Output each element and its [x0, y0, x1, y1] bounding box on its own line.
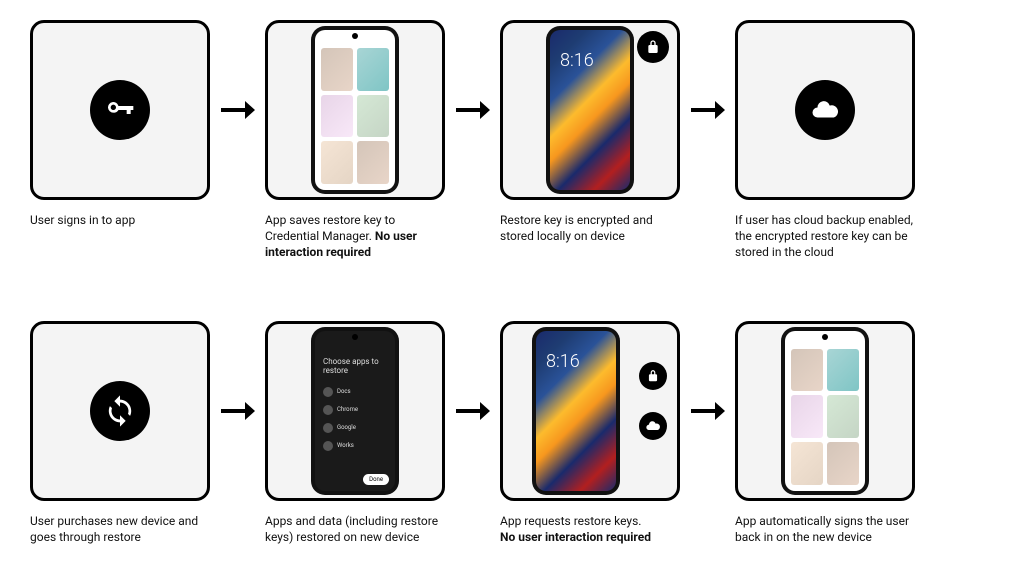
auto-signin-box [735, 321, 915, 501]
done-button: Done [363, 474, 389, 485]
arrow-icon [210, 20, 265, 200]
arrow-icon [680, 321, 735, 501]
cloud-icon [639, 412, 667, 440]
new-device-caption: User purchases new device and goes throu… [30, 513, 210, 545]
phone-wallpaper: 8:16 [546, 26, 634, 194]
new-device-box [30, 321, 210, 501]
arrow-icon [210, 321, 265, 501]
list-item: Docs [323, 387, 387, 397]
phone-wallpaper-2: 8:16 [532, 327, 620, 495]
phone-gallery [311, 26, 399, 194]
encrypt-local-caption: Restore key is encrypted and stored loca… [500, 212, 680, 244]
lockscreen-clock: 8:16 [560, 50, 594, 71]
gallery-content [791, 349, 859, 485]
apps-restored-box: Choose apps to restore Docs Chrome Googl… [265, 321, 445, 501]
restore-title: Choose apps to restore [323, 357, 387, 375]
key-icon [90, 80, 150, 140]
cloud-icon [795, 80, 855, 140]
request-keys-box: 8:16 [500, 321, 680, 501]
apps-restored-caption: Apps and data (including restore keys) r… [265, 513, 445, 545]
list-item: Works [323, 441, 387, 451]
encrypt-local-box: 8:16 [500, 20, 680, 200]
list-item: Chrome [323, 405, 387, 415]
save-key-caption: App saves restore key to Credential Mana… [265, 212, 445, 261]
phone-gallery-2 [781, 327, 869, 495]
arrow-icon [680, 20, 735, 200]
phone-restore-dark: Choose apps to restore Docs Chrome Googl… [311, 327, 399, 495]
cloud-backup-box [735, 20, 915, 200]
lockscreen-clock: 8:16 [546, 351, 580, 372]
list-item: Google [323, 423, 387, 433]
step-apps-restored: Choose apps to restore Docs Chrome Googl… [265, 321, 445, 545]
auto-signin-caption: App automatically signs the user back in… [735, 513, 915, 545]
step-encrypt-local: 8:16 Restore key is encrypted and stored… [500, 20, 680, 244]
step-save-key: App saves restore key to Credential Mana… [265, 20, 445, 261]
flow-row-1: User signs in to app App saves restore k… [30, 20, 994, 261]
signin-box [30, 20, 210, 200]
flow-row-2: User purchases new device and goes throu… [30, 321, 994, 545]
save-key-box [265, 20, 445, 200]
step-auto-signin: App automatically signs the user back in… [735, 321, 915, 545]
lock-icon [637, 31, 669, 63]
arrow-icon [445, 321, 500, 501]
lock-icon [639, 362, 667, 390]
sync-icon [90, 381, 150, 441]
request-keys-caption: App requests restore keys.No user intera… [500, 513, 680, 545]
restore-app-list: Docs Chrome Google Works [323, 387, 387, 451]
signin-caption: User signs in to app [30, 212, 210, 228]
step-request-keys: 8:16 App requests restore keys.No user i… [500, 321, 680, 545]
cloud-backup-caption: If user has cloud backup enabled, the en… [735, 212, 915, 261]
step-new-device: User purchases new device and goes throu… [30, 321, 210, 545]
step-cloud-backup: If user has cloud backup enabled, the en… [735, 20, 915, 261]
step-signin: User signs in to app [30, 20, 210, 228]
arrow-icon [445, 20, 500, 200]
gallery-content [321, 48, 389, 184]
